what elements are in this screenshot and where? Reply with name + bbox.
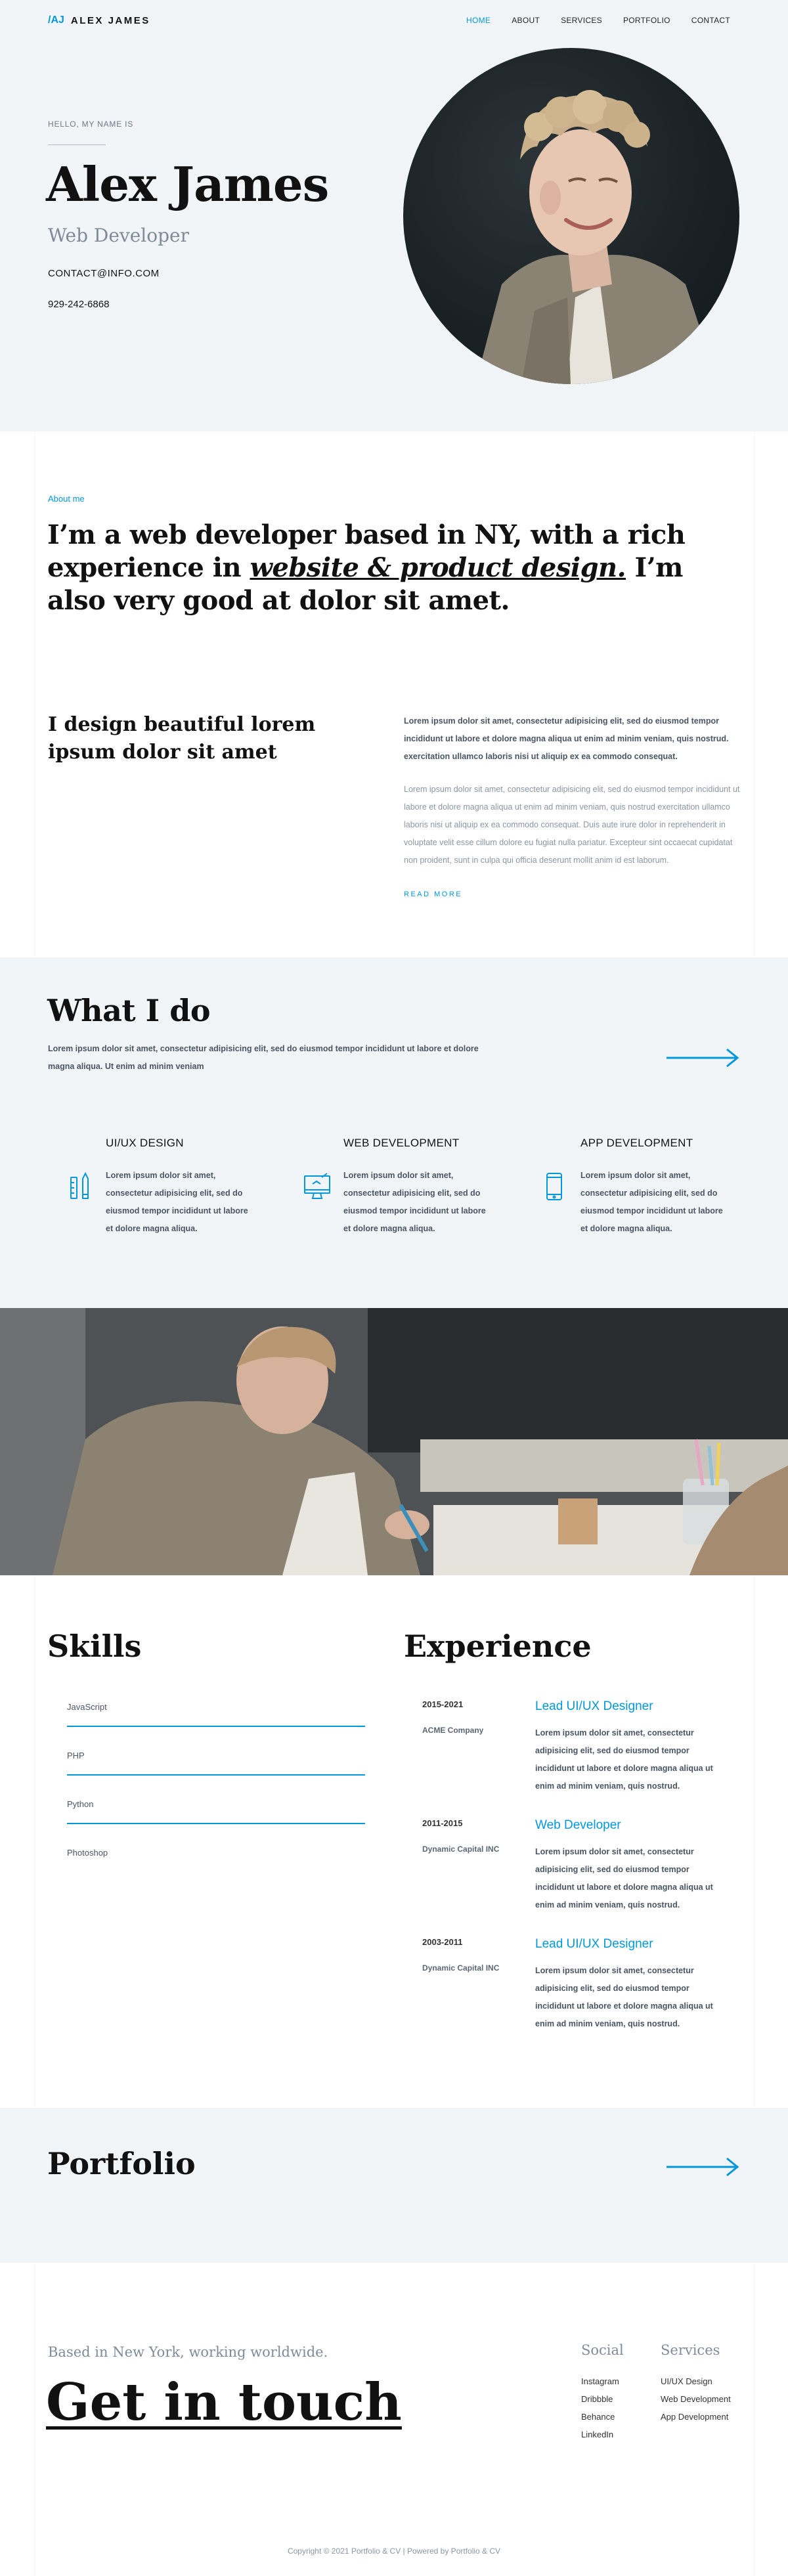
nav-link-about[interactable]: ABOUT	[512, 16, 540, 25]
copyright-text: Copyright © 2021 Portfolio & CV | Powere…	[287, 2546, 501, 2556]
service-title: WEB DEVELOPMENT	[343, 1137, 460, 1149]
profile-photo-illustration	[475, 90, 718, 384]
footer-social-title: Social	[581, 2342, 624, 2358]
footer-link-linkedin[interactable]: LinkedIn	[581, 2426, 624, 2443]
logo-text: ALEX JAMES	[70, 14, 150, 26]
monitor-icon	[303, 1172, 330, 1201]
workspace-photo-illustration	[0, 1308, 788, 1575]
hero-phone-link[interactable]: 929-242-6868	[48, 299, 109, 310]
greeting-divider	[48, 144, 106, 145]
skill-name: PHP	[67, 1751, 85, 1760]
experience-title: Experience	[404, 1628, 592, 1664]
top-navigation: /AJ ALEX JAMES HOME ABOUT SERVICES PORTF…	[0, 0, 788, 41]
skill-item: Photoshop	[67, 1848, 365, 1858]
read-more-link[interactable]: READ MORE	[404, 890, 462, 898]
footer-services-column: Services UI/UX Design Web Development Ap…	[661, 2342, 731, 2426]
profile-photo	[403, 48, 739, 384]
footer-link-dribbble[interactable]: Dribbble	[581, 2390, 624, 2408]
skill-name: JavaScript	[67, 1702, 107, 1712]
portfolio-title: Portfolio	[47, 2146, 196, 2181]
workspace-photo	[0, 1308, 788, 1575]
get-in-touch-link[interactable]: Get in touch	[46, 2372, 402, 2432]
about-subheading: I design beautiful lorem ipsum dolor sit…	[48, 713, 316, 764]
footer-services-title: Services	[661, 2342, 720, 2358]
pencil-ruler-icon	[68, 1171, 95, 1201]
skill-item: Python	[67, 1799, 365, 1824]
experience-years: 2015-2021	[422, 1699, 464, 1709]
about-heading: I’m a web developer based in NY, with a …	[47, 519, 717, 617]
experience-company: Dynamic Capital INC	[422, 1845, 500, 1854]
hero-greeting: HELLO, MY NAME IS	[48, 120, 134, 129]
skill-bar	[67, 1823, 365, 1824]
skill-name: Python	[67, 1799, 94, 1809]
nav-links: HOME ABOUT SERVICES PORTFOLIO CONTACT	[466, 16, 730, 25]
about-heading-emphasis: website & product design.	[250, 552, 626, 583]
experience-role: Web Developer	[535, 1818, 621, 1832]
hero-email-link[interactable]: CONTACT@INFO.COM	[48, 268, 160, 279]
skills-title: Skills	[47, 1628, 142, 1664]
footer-social-column: Social Instagram Dribbble Behance Linked…	[581, 2342, 624, 2443]
site-logo[interactable]: /AJ ALEX JAMES	[48, 14, 150, 26]
services-arrow-icon[interactable]	[667, 1048, 740, 1068]
services-title: What I do	[47, 993, 211, 1028]
footer-link-app-development[interactable]: App Development	[661, 2408, 731, 2426]
service-title: APP DEVELOPMENT	[580, 1137, 693, 1149]
nav-link-services[interactable]: SERVICES	[561, 16, 602, 25]
footer-link-uiux-design[interactable]: UI/UX Design	[661, 2372, 731, 2390]
skill-bar	[67, 1726, 365, 1727]
footer-link-instagram[interactable]: Instagram	[581, 2372, 624, 2390]
contact-tagline: Based in New York, working worldwide.	[48, 2344, 328, 2360]
skill-name: Photoshop	[67, 1848, 108, 1858]
skill-item: JavaScript	[67, 1702, 365, 1727]
service-text: Lorem ipsum dolor sit amet, consectetur …	[580, 1171, 723, 1233]
smartphone-icon	[545, 1172, 571, 1201]
hero-name: Alex James	[46, 156, 329, 212]
hero-role: Web Developer	[48, 225, 189, 246]
about-label: About me	[48, 494, 85, 504]
portfolio-arrow-icon[interactable]	[667, 2157, 740, 2177]
services-description: Lorem ipsum dolor sit amet, consectetur …	[48, 1044, 479, 1071]
portfolio-section	[0, 2108, 788, 2263]
experience-role: Lead UI/UX Designer	[535, 1937, 653, 1951]
about-paragraph-secondary: Lorem ipsum dolor sit amet, consectetur …	[404, 785, 740, 865]
service-text: Lorem ipsum dolor sit amet, consectetur …	[343, 1171, 486, 1233]
footer-link-behance[interactable]: Behance	[581, 2408, 624, 2426]
nav-link-contact[interactable]: CONTACT	[691, 16, 730, 25]
footer-link-web-development[interactable]: Web Development	[661, 2390, 731, 2408]
experience-company: Dynamic Capital INC	[422, 1963, 500, 1973]
experience-years: 2011-2015	[422, 1818, 463, 1828]
skill-bar	[67, 1774, 365, 1776]
about-paragraph-primary: Lorem ipsum dolor sit amet, consectetur …	[404, 716, 729, 761]
experience-years: 2003-2011	[422, 1937, 463, 1947]
nav-link-home[interactable]: HOME	[466, 16, 491, 25]
experience-company: ACME Company	[422, 1726, 484, 1735]
skill-item: PHP	[67, 1751, 365, 1776]
experience-description: Lorem ipsum dolor sit amet, consectetur …	[535, 1728, 713, 1791]
service-title: UI/UX DESIGN	[106, 1137, 184, 1149]
experience-description: Lorem ipsum dolor sit amet, consectetur …	[535, 1847, 713, 1910]
experience-role: Lead UI/UX Designer	[535, 1699, 653, 1713]
experience-description: Lorem ipsum dolor sit amet, consectetur …	[535, 1966, 713, 2028]
nav-link-portfolio[interactable]: PORTFOLIO	[623, 16, 670, 25]
service-text: Lorem ipsum dolor sit amet, consectetur …	[106, 1171, 248, 1233]
logo-mark: /AJ	[48, 14, 64, 26]
